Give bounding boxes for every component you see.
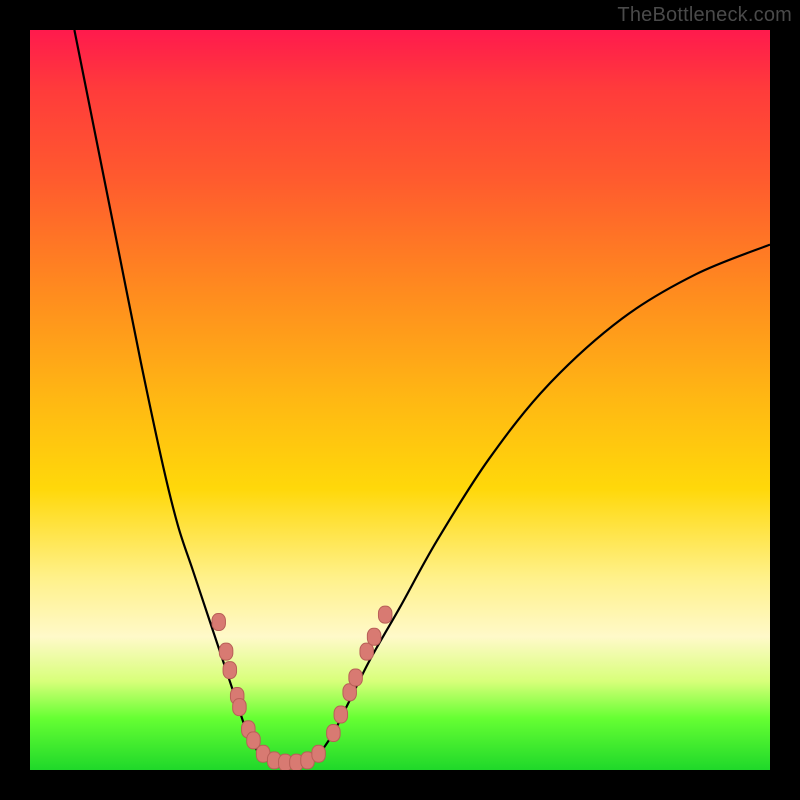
data-marker <box>378 606 392 623</box>
data-marker <box>233 699 247 716</box>
curve-group <box>74 30 770 763</box>
data-marker <box>327 725 341 742</box>
watermark-text: TheBottleneck.com <box>617 4 792 27</box>
right-curve <box>319 245 770 756</box>
data-marker <box>212 614 226 631</box>
data-marker <box>360 643 374 660</box>
data-marker <box>247 732 260 749</box>
plot-area <box>30 30 770 770</box>
data-marker <box>334 706 348 723</box>
chart-svg <box>30 30 770 770</box>
chart-frame: TheBottleneck.com <box>0 0 800 800</box>
data-marker <box>219 643 233 660</box>
data-marker <box>312 745 326 762</box>
data-marker <box>223 662 237 679</box>
data-marker <box>349 669 363 686</box>
data-marker <box>367 628 381 645</box>
marker-group <box>212 606 392 770</box>
